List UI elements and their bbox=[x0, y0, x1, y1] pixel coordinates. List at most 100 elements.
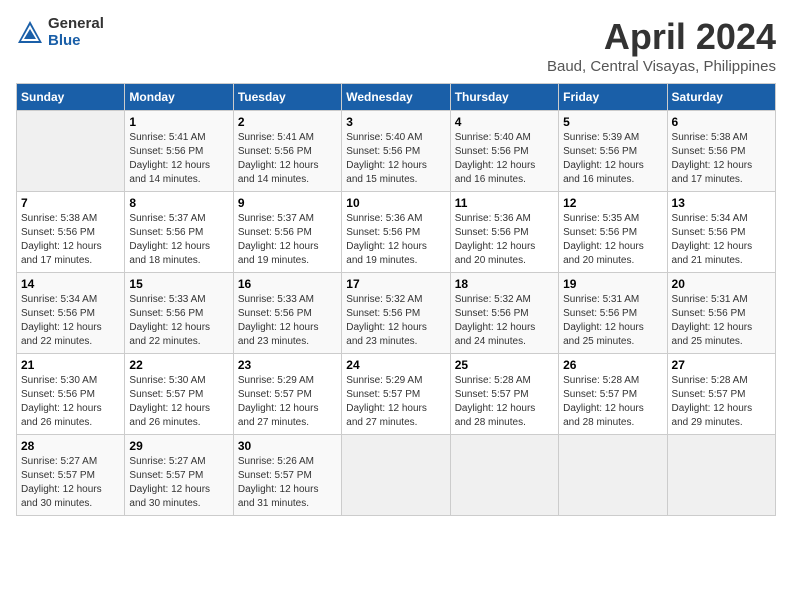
day-info: Sunrise: 5:28 AM Sunset: 5:57 PM Dayligh… bbox=[455, 374, 554, 430]
header-day-friday: Friday bbox=[559, 84, 667, 111]
calendar-cell: 17 Sunrise: 5:32 AM Sunset: 5:56 PM Dayli… bbox=[342, 273, 450, 354]
day-number: 29 bbox=[129, 439, 228, 453]
page-header: General Blue April 2024 Baud, Central Vi… bbox=[16, 16, 776, 75]
day-number: 5 bbox=[563, 115, 662, 129]
day-info: Sunrise: 5:31 AM Sunset: 5:56 PM Dayligh… bbox=[563, 293, 662, 349]
calendar-cell: 29Sunrise: 5:27 AM Sunset: 5:57 PM Dayli… bbox=[125, 435, 233, 516]
calendar-week-1: 1 Sunrise: 5:41 AM Sunset: 5:56 PM Daylig… bbox=[17, 111, 776, 192]
day-info: Sunrise: 5:34 AM Sunset: 5:56 PM Dayligh… bbox=[672, 212, 771, 268]
day-info: Sunrise: 5:30 AM Sunset: 5:56 PM Dayligh… bbox=[21, 374, 120, 430]
calendar-table: SundayMondayTuesdayWednesdayThursdayFrid… bbox=[16, 83, 776, 516]
day-number: 26 bbox=[563, 358, 662, 372]
day-number: 3 bbox=[346, 115, 445, 129]
calendar-cell: 13 Sunrise: 5:34 AM Sunset: 5:56 PM Dayli… bbox=[667, 192, 775, 273]
calendar-cell: 2 Sunrise: 5:41 AM Sunset: 5:56 PM Daylig… bbox=[233, 111, 341, 192]
calendar-week-3: 14 Sunrise: 5:34 AM Sunset: 5:56 PM Dayli… bbox=[17, 273, 776, 354]
day-number: 4 bbox=[455, 115, 554, 129]
day-info: Sunrise: 5:27 AM Sunset: 5:57 PM Dayligh… bbox=[21, 455, 120, 511]
calendar-cell bbox=[342, 435, 450, 516]
calendar-cell bbox=[667, 435, 775, 516]
calendar-cell: 6 Sunrise: 5:38 AM Sunset: 5:56 PM Daylig… bbox=[667, 111, 775, 192]
calendar-cell: 30 Sunrise: 5:26 AM Sunset: 5:57 PM Dayli… bbox=[233, 435, 341, 516]
day-number: 18 bbox=[455, 277, 554, 291]
calendar-cell: 18 Sunrise: 5:32 AM Sunset: 5:56 PM Dayli… bbox=[450, 273, 558, 354]
calendar-cell: 21Sunrise: 5:30 AM Sunset: 5:56 PM Dayli… bbox=[17, 354, 125, 435]
day-info: Sunrise: 5:35 AM Sunset: 5:56 PM Dayligh… bbox=[563, 212, 662, 268]
logo-icon bbox=[16, 19, 44, 47]
main-title: April 2024 bbox=[547, 16, 776, 58]
logo-blue-text: Blue bbox=[48, 33, 104, 50]
day-info: Sunrise: 5:33 AM Sunset: 5:56 PM Dayligh… bbox=[129, 293, 228, 349]
calendar-cell: 23Sunrise: 5:29 AM Sunset: 5:57 PM Dayli… bbox=[233, 354, 341, 435]
day-number: 30 bbox=[238, 439, 337, 453]
header-day-wednesday: Wednesday bbox=[342, 84, 450, 111]
calendar-cell: 15 Sunrise: 5:33 AM Sunset: 5:56 PM Dayli… bbox=[125, 273, 233, 354]
calendar-body: 1 Sunrise: 5:41 AM Sunset: 5:56 PM Daylig… bbox=[17, 111, 776, 516]
header-row: SundayMondayTuesdayWednesdayThursdayFrid… bbox=[17, 84, 776, 111]
header-day-saturday: Saturday bbox=[667, 84, 775, 111]
day-number: 12 bbox=[563, 196, 662, 210]
day-info: Sunrise: 5:32 AM Sunset: 5:56 PM Dayligh… bbox=[346, 293, 445, 349]
day-number: 15 bbox=[129, 277, 228, 291]
day-info: Sunrise: 5:26 AM Sunset: 5:57 PM Dayligh… bbox=[238, 455, 337, 511]
calendar-cell: 25 Sunrise: 5:28 AM Sunset: 5:57 PM Dayli… bbox=[450, 354, 558, 435]
calendar-week-4: 21Sunrise: 5:30 AM Sunset: 5:56 PM Dayli… bbox=[17, 354, 776, 435]
calendar-cell: 8 Sunrise: 5:37 AM Sunset: 5:56 PM Daylig… bbox=[125, 192, 233, 273]
calendar-cell: 10 Sunrise: 5:36 AM Sunset: 5:56 PM Dayli… bbox=[342, 192, 450, 273]
day-number: 17 bbox=[346, 277, 445, 291]
calendar-cell: 22 Sunrise: 5:30 AM Sunset: 5:57 PM Dayli… bbox=[125, 354, 233, 435]
day-number: 22 bbox=[129, 358, 228, 372]
day-info: Sunrise: 5:34 AM Sunset: 5:56 PM Dayligh… bbox=[21, 293, 120, 349]
day-number: 6 bbox=[672, 115, 771, 129]
calendar-cell: 4 Sunrise: 5:40 AM Sunset: 5:56 PM Daylig… bbox=[450, 111, 558, 192]
calendar-cell bbox=[450, 435, 558, 516]
day-info: Sunrise: 5:38 AM Sunset: 5:56 PM Dayligh… bbox=[672, 131, 771, 187]
day-info: Sunrise: 5:33 AM Sunset: 5:56 PM Dayligh… bbox=[238, 293, 337, 349]
calendar-cell: 16Sunrise: 5:33 AM Sunset: 5:56 PM Dayli… bbox=[233, 273, 341, 354]
header-day-tuesday: Tuesday bbox=[233, 84, 341, 111]
day-info: Sunrise: 5:38 AM Sunset: 5:56 PM Dayligh… bbox=[21, 212, 120, 268]
day-number: 28 bbox=[21, 439, 120, 453]
header-day-sunday: Sunday bbox=[17, 84, 125, 111]
calendar-week-2: 7Sunrise: 5:38 AM Sunset: 5:56 PM Daylig… bbox=[17, 192, 776, 273]
calendar-cell: 19Sunrise: 5:31 AM Sunset: 5:56 PM Dayli… bbox=[559, 273, 667, 354]
day-number: 2 bbox=[238, 115, 337, 129]
day-info: Sunrise: 5:41 AM Sunset: 5:56 PM Dayligh… bbox=[238, 131, 337, 187]
header-day-thursday: Thursday bbox=[450, 84, 558, 111]
calendar-cell: 28 Sunrise: 5:27 AM Sunset: 5:57 PM Dayli… bbox=[17, 435, 125, 516]
calendar-cell: 11 Sunrise: 5:36 AM Sunset: 5:56 PM Dayli… bbox=[450, 192, 558, 273]
day-number: 10 bbox=[346, 196, 445, 210]
day-info: Sunrise: 5:29 AM Sunset: 5:57 PM Dayligh… bbox=[346, 374, 445, 430]
day-info: Sunrise: 5:36 AM Sunset: 5:56 PM Dayligh… bbox=[455, 212, 554, 268]
day-number: 24 bbox=[346, 358, 445, 372]
calendar-cell: 9 Sunrise: 5:37 AM Sunset: 5:56 PM Daylig… bbox=[233, 192, 341, 273]
day-info: Sunrise: 5:37 AM Sunset: 5:56 PM Dayligh… bbox=[129, 212, 228, 268]
calendar-cell: 7Sunrise: 5:38 AM Sunset: 5:56 PM Daylig… bbox=[17, 192, 125, 273]
calendar-cell bbox=[17, 111, 125, 192]
day-info: Sunrise: 5:40 AM Sunset: 5:56 PM Dayligh… bbox=[346, 131, 445, 187]
calendar-cell: 1 Sunrise: 5:41 AM Sunset: 5:56 PM Daylig… bbox=[125, 111, 233, 192]
day-number: 8 bbox=[129, 196, 228, 210]
calendar-header: SundayMondayTuesdayWednesdayThursdayFrid… bbox=[17, 84, 776, 111]
day-number: 25 bbox=[455, 358, 554, 372]
day-number: 11 bbox=[455, 196, 554, 210]
day-number: 9 bbox=[238, 196, 337, 210]
day-info: Sunrise: 5:30 AM Sunset: 5:57 PM Dayligh… bbox=[129, 374, 228, 430]
calendar-cell: 24 Sunrise: 5:29 AM Sunset: 5:57 PM Dayli… bbox=[342, 354, 450, 435]
title-block: April 2024 Baud, Central Visayas, Philip… bbox=[547, 16, 776, 75]
day-number: 14 bbox=[21, 277, 120, 291]
day-info: Sunrise: 5:28 AM Sunset: 5:57 PM Dayligh… bbox=[563, 374, 662, 430]
calendar-week-5: 28 Sunrise: 5:27 AM Sunset: 5:57 PM Dayli… bbox=[17, 435, 776, 516]
day-number: 13 bbox=[672, 196, 771, 210]
day-number: 1 bbox=[129, 115, 228, 129]
day-number: 27 bbox=[672, 358, 771, 372]
day-info: Sunrise: 5:29 AM Sunset: 5:57 PM Dayligh… bbox=[238, 374, 337, 430]
day-info: Sunrise: 5:36 AM Sunset: 5:56 PM Dayligh… bbox=[346, 212, 445, 268]
calendar-cell: 27 Sunrise: 5:28 AM Sunset: 5:57 PM Dayli… bbox=[667, 354, 775, 435]
logo: General Blue bbox=[16, 16, 104, 49]
day-info: Sunrise: 5:40 AM Sunset: 5:56 PM Dayligh… bbox=[455, 131, 554, 187]
day-info: Sunrise: 5:41 AM Sunset: 5:56 PM Dayligh… bbox=[129, 131, 228, 187]
day-info: Sunrise: 5:37 AM Sunset: 5:56 PM Dayligh… bbox=[238, 212, 337, 268]
day-info: Sunrise: 5:28 AM Sunset: 5:57 PM Dayligh… bbox=[672, 374, 771, 430]
day-info: Sunrise: 5:32 AM Sunset: 5:56 PM Dayligh… bbox=[455, 293, 554, 349]
